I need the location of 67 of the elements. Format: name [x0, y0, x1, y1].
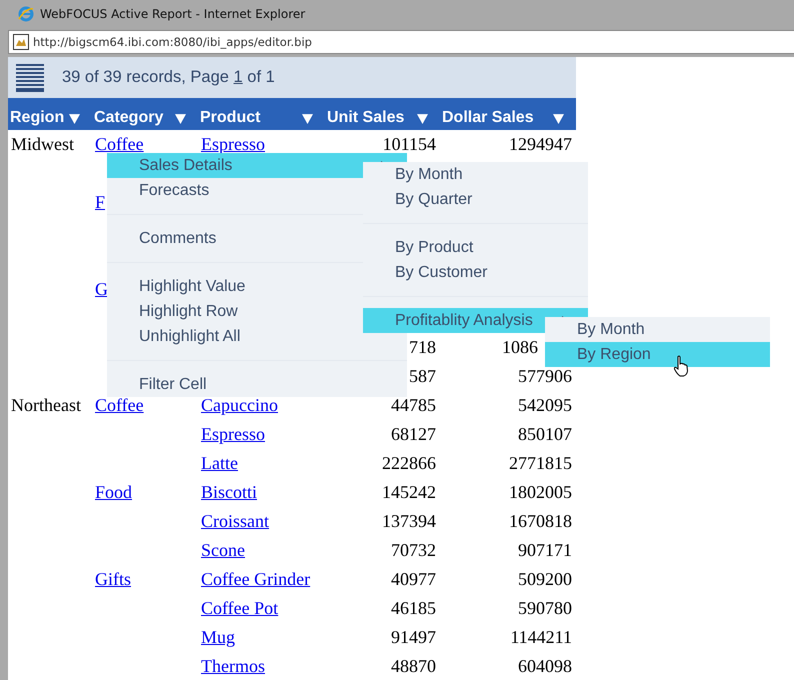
column-header[interactable]: Dollar Sales — [440, 109, 576, 130]
table-cell: 1144211 — [510, 627, 572, 647]
table-cell: 68127 — [391, 424, 436, 444]
menu-item[interactable]: By Product — [363, 235, 588, 260]
table-cell: 907171 — [518, 540, 572, 560]
address-field[interactable]: http://bigscm64.ibi.com:8080/ibi_apps/editor.bip — [8, 30, 794, 54]
table-link[interactable]: Gifts — [95, 569, 131, 589]
table-cell: 44785 — [391, 395, 436, 415]
menu-icon[interactable] — [16, 64, 44, 92]
table-cell: 70732 — [391, 540, 436, 560]
table-cell: 850107 — [518, 424, 572, 444]
table-cell: 145242 — [382, 482, 436, 502]
table-cell: 1086 — [502, 337, 538, 357]
table-cell: 40977 — [391, 569, 436, 589]
table-cell: Midwest — [11, 134, 74, 154]
table-cell: 590780 — [518, 598, 572, 618]
menu-item[interactable]: By Region — [545, 342, 770, 367]
table-link[interactable]: Thermos — [201, 656, 265, 676]
window-title: WebFOCUS Active Report - Internet Explorer — [40, 7, 306, 21]
column-header[interactable]: Product — [198, 109, 325, 130]
table-cell: 91497 — [391, 627, 436, 647]
table-cell: Northeast — [11, 395, 81, 415]
table-link[interactable]: Coffee — [95, 395, 144, 415]
table-cell: 46185 — [391, 598, 436, 618]
table-cell: 587 — [409, 366, 436, 386]
dropdown-arrow-icon[interactable] — [175, 112, 186, 124]
table-link[interactable]: Latte — [201, 453, 238, 473]
column-header[interactable]: Category — [92, 109, 198, 130]
table-link[interactable]: G — [95, 279, 108, 299]
dropdown-arrow-icon[interactable] — [553, 112, 564, 124]
table-link[interactable]: Biscotti — [201, 482, 258, 502]
table-cell: 2771815 — [509, 453, 572, 473]
table-cell: 1670818 — [509, 511, 572, 531]
table-link[interactable]: Coffee Grinder — [201, 569, 310, 589]
column-header[interactable]: Unit Sales — [325, 109, 440, 130]
menu-item[interactable]: Filter Cell — [107, 372, 407, 397]
table-cell: 577906 — [518, 366, 572, 386]
column-header[interactable]: Region — [8, 109, 92, 130]
menu-item[interactable]: By Customer — [363, 260, 588, 285]
table-link[interactable]: Mug — [201, 627, 236, 647]
page-icon — [13, 34, 29, 50]
table-cell: 1294947 — [509, 134, 572, 154]
table-link[interactable]: Coffee — [95, 134, 144, 154]
table-cell: 542095 — [518, 395, 572, 415]
dropdown-arrow-icon[interactable] — [69, 112, 80, 124]
table-cell: 604098 — [518, 656, 572, 676]
table-cell: 509200 — [518, 569, 572, 589]
dropdown-arrow-icon[interactable] — [417, 112, 428, 124]
table-cell: 718 — [409, 337, 436, 357]
table-cell: 222866 — [382, 453, 436, 473]
table-link[interactable]: F — [95, 192, 106, 212]
table-link[interactable]: Food — [95, 482, 132, 502]
record-status: 39 of 39 records, Page 1 of 1 — [62, 68, 275, 87]
table-cell: 101154 — [382, 134, 436, 154]
hand-cursor-icon — [673, 355, 689, 377]
table-link[interactable]: Capuccino — [201, 395, 278, 415]
table-cell: 48870 — [391, 656, 436, 676]
table-link[interactable]: Croissant — [201, 511, 270, 531]
table-link[interactable]: Scone — [201, 540, 245, 560]
table-cell: 1802005 — [509, 482, 572, 502]
table-link[interactable]: Coffee Pot — [201, 598, 278, 618]
menu-item[interactable]: By Quarter — [363, 187, 588, 212]
table-link[interactable]: Espresso — [201, 134, 265, 154]
table-link[interactable]: Espresso — [201, 424, 265, 444]
table-cell: 137394 — [382, 511, 436, 531]
browser-logo-icon — [18, 6, 34, 22]
dropdown-arrow-icon[interactable] — [302, 112, 313, 124]
